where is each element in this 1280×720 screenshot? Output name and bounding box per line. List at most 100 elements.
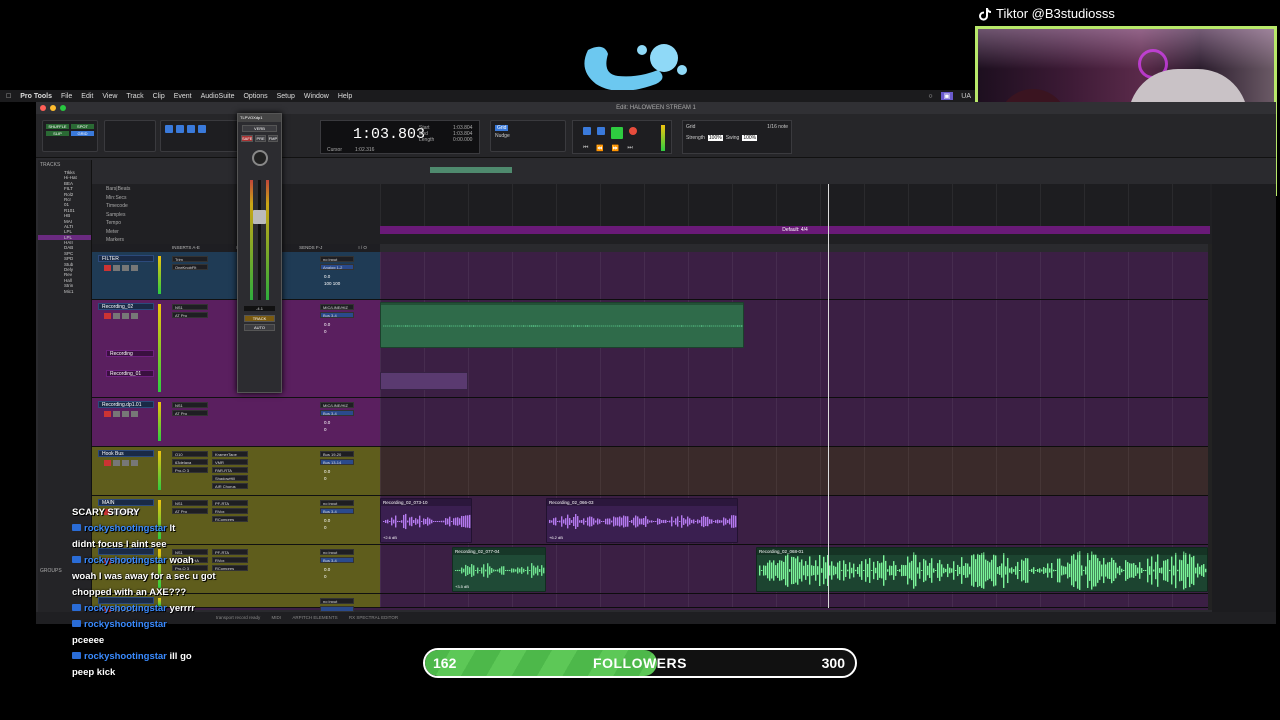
track-playlist-lane[interactable]: [380, 496, 1210, 545]
input-selector[interactable]: no input: [320, 256, 354, 262]
volume-readout[interactable]: 0.0: [324, 322, 330, 327]
insert-slot[interactable]: VMR: [212, 459, 248, 465]
solo-icon[interactable]: [122, 313, 129, 319]
track-label[interactable]: TRACK: [244, 315, 275, 322]
record-arm-icon[interactable]: [104, 265, 111, 271]
grabber-tool-icon[interactable]: [187, 125, 195, 133]
menu-options[interactable]: Options: [243, 93, 267, 100]
end-icon[interactable]: ⏭: [627, 145, 632, 152]
menu-clip[interactable]: Clip: [153, 93, 165, 100]
menu-view[interactable]: View: [102, 93, 117, 100]
mode-spot-button[interactable]: SPOT: [71, 124, 94, 129]
trim-tool-icon[interactable]: [165, 125, 173, 133]
track-name[interactable]: FILTER: [98, 255, 154, 262]
output-selector[interactable]: Bus 3-4: [320, 557, 354, 563]
audio-clip[interactable]: [380, 302, 744, 348]
menu-track[interactable]: Track: [126, 93, 143, 100]
track-list-item[interactable]: Mic1: [38, 289, 91, 294]
insert-slot[interactable]: AT Pro: [172, 312, 208, 318]
menu-file[interactable]: File: [61, 93, 72, 100]
pre-button[interactable]: PRE: [255, 135, 266, 142]
track-name[interactable]: Recording.dp1.01: [98, 401, 154, 408]
insert-slot[interactable]: NS1: [172, 304, 208, 310]
insert-slot[interactable]: AT Pro: [172, 410, 208, 416]
play-icon[interactable]: [611, 127, 623, 139]
record-arm-icon[interactable]: [104, 411, 111, 417]
mute-icon[interactable]: [131, 411, 138, 417]
grid-value[interactable]: 1/16 note: [767, 124, 788, 130]
track-playlist-lane[interactable]: [380, 252, 1210, 300]
input-selector[interactable]: Bus 19-20: [320, 451, 354, 457]
input-monitor-icon[interactable]: [113, 411, 120, 417]
zoom-icon[interactable]: [60, 105, 66, 111]
solo-icon[interactable]: [122, 411, 129, 417]
record-arm-icon[interactable]: [104, 313, 111, 319]
output-selector[interactable]: Analog 1-2: [320, 264, 354, 270]
insert-slot[interactable]: AIR Chorus: [212, 483, 248, 489]
track-playlist-lane[interactable]: [380, 398, 1210, 447]
pan-readout[interactable]: 0: [324, 525, 327, 530]
pan-readout[interactable]: 0: [324, 574, 327, 579]
record-icon[interactable]: [629, 127, 637, 135]
mode-shuffle-button[interactable]: SHUFFLE: [46, 124, 69, 129]
input-selector[interactable]: no input: [320, 549, 354, 555]
playlist-name[interactable]: Recording: [106, 350, 154, 357]
fmp-button[interactable]: FMP: [267, 135, 279, 142]
audio-clip[interactable]: Recording_02_077-04 +3.5 dB: [452, 547, 546, 592]
audio-clip[interactable]: Recording_02_066-03 +6.2 dB: [546, 498, 738, 543]
status-tab-arpitch[interactable]: ARPITCH ELEMENTS: [292, 615, 337, 620]
chat-username[interactable]: rockyshootingstar: [84, 603, 167, 614]
input-selector[interactable]: no input: [320, 500, 354, 506]
output-selector[interactable]: Bus 13-14: [320, 459, 354, 465]
rewind-icon[interactable]: ⏮: [583, 145, 588, 152]
mode-slip-button[interactable]: SLIP: [46, 131, 69, 136]
status-tab-rx[interactable]: RX SPECTRAL EDITOR: [349, 615, 398, 620]
main-counter[interactable]: 1:03.803 Cursor 1:02.316 Start 1:03.804 …: [320, 120, 480, 154]
menu-app-name[interactable]: Pro Tools: [20, 93, 52, 100]
track-playlist-lane[interactable]: [380, 594, 1210, 608]
input-monitor-icon[interactable]: [113, 265, 120, 271]
insert-slot[interactable]: Q10: [172, 451, 208, 457]
close-icon[interactable]: [40, 105, 46, 111]
input-selector[interactable]: MIC/LINE/HIZ: [320, 304, 354, 310]
input-monitor-icon[interactable]: [113, 460, 120, 466]
display-icon[interactable]: ▣: [940, 92, 954, 100]
menu-setup[interactable]: Setup: [277, 93, 295, 100]
audio-clip[interactable]: Recording_02_068-01: [756, 547, 1208, 592]
pan-readout[interactable]: 0: [324, 329, 327, 334]
apple-icon[interactable]: : [6, 93, 11, 100]
status-icon[interactable]: ○: [928, 93, 932, 100]
auto-label[interactable]: AUTO: [244, 324, 275, 331]
pan-knob-icon[interactable]: [251, 150, 268, 166]
insert-slot[interactable]: NS1: [172, 402, 208, 408]
insert-slot[interactable]: Pro-Q 3: [172, 467, 208, 473]
mute-icon[interactable]: [131, 460, 138, 466]
track-playlist-lane[interactable]: [380, 447, 1210, 496]
menu-audiosuite[interactable]: AudioSuite: [201, 93, 235, 100]
solo-icon[interactable]: [122, 460, 129, 466]
menu-event[interactable]: Event: [174, 93, 192, 100]
volume-readout[interactable]: 0.0: [324, 469, 330, 474]
strength-value[interactable]: 100%: [707, 135, 723, 141]
stop-icon[interactable]: [597, 127, 605, 135]
input-selector[interactable]: MIC/LINE/HIZ: [320, 402, 354, 408]
strip-plugin[interactable]: VERB: [242, 125, 277, 132]
audio-clip[interactable]: Recording_02_073-10 +2.6 dB: [380, 498, 472, 543]
insert-slot[interactable]: OneKnobFlt: [172, 264, 208, 270]
insert-slot[interactable]: Trim: [172, 256, 208, 262]
playlist-name[interactable]: Recording_01: [106, 370, 154, 377]
output-selector[interactable]: Bus 3-4: [320, 508, 354, 514]
chat-username[interactable]: rockyshootingstar: [84, 619, 167, 630]
volume-readout[interactable]: 0.0: [324, 518, 330, 523]
chat-username[interactable]: rockyshootingstar: [84, 651, 167, 662]
menu-help[interactable]: Help: [338, 93, 352, 100]
forward-icon[interactable]: ⏩: [612, 145, 619, 152]
input-monitor-icon[interactable]: [113, 313, 120, 319]
ua-label[interactable]: UA: [961, 93, 971, 100]
insert-slot[interactable]: PAR-RTA: [212, 467, 248, 473]
marker-ruler[interactable]: Default: 4/4: [380, 226, 1210, 234]
volume-readout[interactable]: 0.0: [324, 274, 330, 279]
pan-readout[interactable]: 100 100: [324, 281, 340, 286]
volume-readout[interactable]: 0.0: [324, 567, 330, 572]
menu-edit[interactable]: Edit: [81, 93, 93, 100]
